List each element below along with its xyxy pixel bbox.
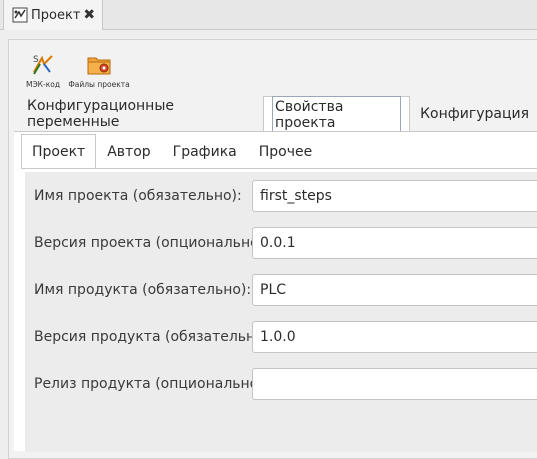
form-row-project-version: Версия проекта (опционально): — [34, 227, 269, 259]
form-row-product-release: Релиз продукта (опционально): — [34, 368, 269, 400]
iec-code-icon: S — [33, 55, 53, 75]
project-files-icon — [87, 57, 111, 75]
iec-code-label: МЭК-код — [25, 80, 61, 89]
project-form — [25, 172, 537, 452]
tab-config-variables-label: Конфигурационные переменные — [27, 98, 174, 130]
document-tab-bar: Проект ✖ — [0, 0, 537, 30]
project-document-tab[interactable]: Проект ✖ — [3, 0, 103, 30]
product-version-label: Версия продукта (обязательно): — [34, 329, 274, 345]
subtab-project-label: Проект — [32, 144, 86, 160]
tab-config-variables[interactable]: Конфигурационные переменные — [19, 96, 261, 132]
product-name-field[interactable] — [252, 274, 537, 306]
product-release-field[interactable] — [252, 368, 537, 400]
form-row-project-name: Имя проекта (обязательно): — [34, 180, 252, 212]
project-name-label: Имя проекта (обязательно): — [34, 188, 242, 204]
subtab-divider — [21, 168, 537, 169]
properties-subtabs: Проект Автор Графика Прочее — [21, 134, 323, 169]
product-name-label: Имя продукта (обязательно): — [34, 282, 252, 298]
project-files-label: Файлы проекта — [68, 80, 130, 89]
form-row-product-name: Имя продукта (обязательно): — [34, 274, 252, 306]
subtab-other-label: Прочее — [258, 143, 313, 160]
svg-text:S: S — [33, 55, 39, 65]
subtab-author-label: Автор — [107, 143, 151, 160]
tab-configuration-label: Конфигурация — [420, 106, 529, 122]
subtab-graphics[interactable]: Графика — [162, 134, 248, 169]
tab-project-properties[interactable]: Свойства проекта — [263, 95, 411, 134]
iec-code-button[interactable]: S МЭК-код — [15, 52, 71, 92]
close-icon[interactable]: ✖ — [83, 8, 95, 22]
product-release-label: Релиз продукта (опционально): — [34, 376, 269, 392]
project-name-field[interactable] — [252, 180, 537, 212]
product-version-field[interactable] — [252, 321, 537, 353]
toolbar: S МЭК-код Файлы проекта — [15, 52, 130, 92]
subtab-author[interactable]: Автор — [96, 134, 161, 169]
document-tab-title: Проект — [31, 7, 81, 23]
project-files-button[interactable]: Файлы проекта — [68, 52, 130, 92]
project-version-label: Версия проекта (опционально): — [34, 235, 269, 251]
tab-configuration[interactable]: Конфигурация — [412, 96, 537, 132]
project-icon — [12, 7, 28, 23]
project-version-field[interactable] — [252, 227, 537, 259]
form-row-product-version: Версия продукта (обязательно): — [34, 321, 274, 353]
subtab-graphics-label: Графика — [172, 143, 237, 160]
project-tabs: Конфигурационные переменные Свойства про… — [19, 95, 537, 134]
subtab-project[interactable]: Проект — [21, 134, 97, 169]
tab-project-properties-label: Свойства проекта — [272, 95, 402, 134]
subtab-other[interactable]: Прочее — [248, 134, 323, 169]
